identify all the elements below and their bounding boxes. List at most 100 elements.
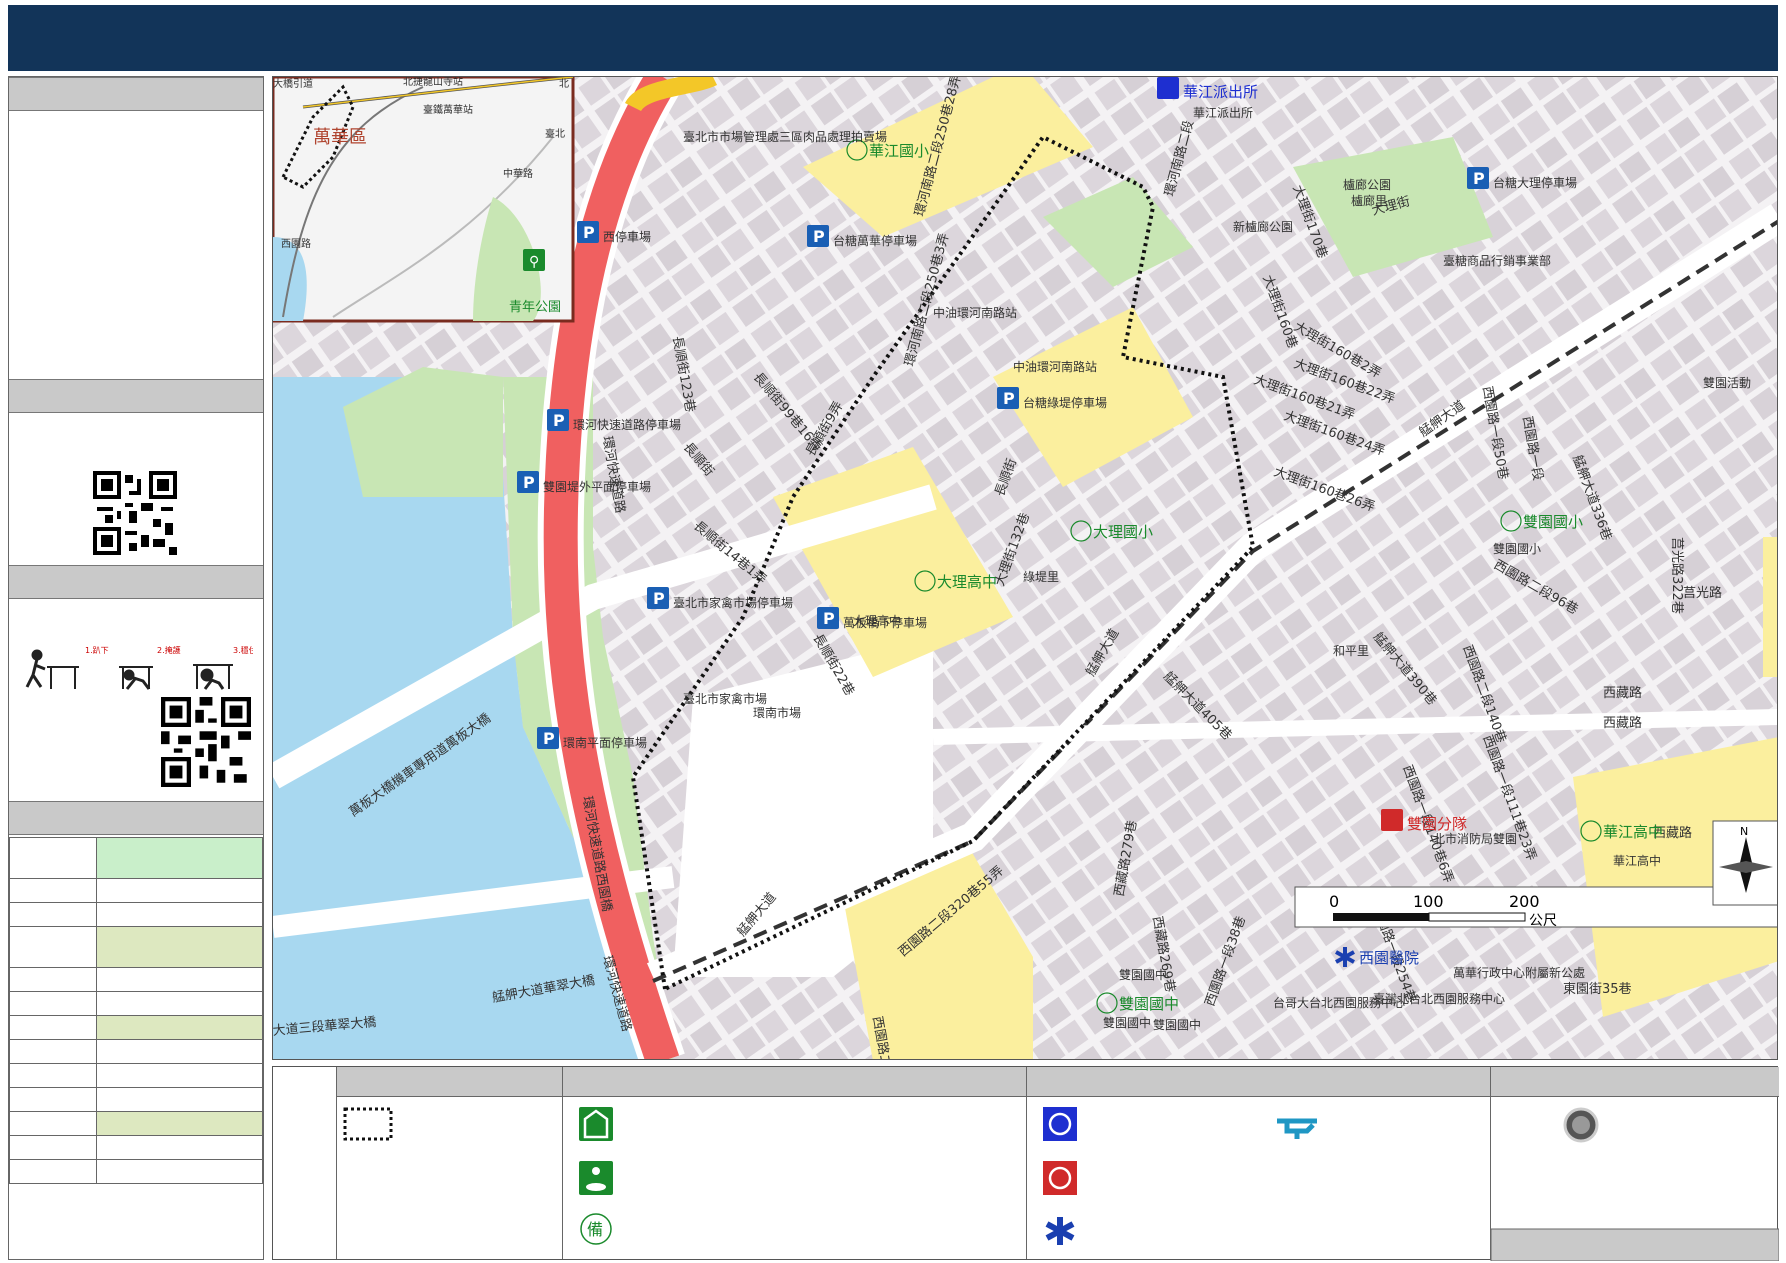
info-table: [9, 837, 263, 1184]
info-row-value: [96, 1087, 263, 1112]
parking-icon-letter: P: [553, 411, 565, 430]
info-row: [9, 991, 263, 1016]
info-row-label: [9, 902, 97, 927]
info-row-value: [96, 878, 263, 903]
info-row-value: [96, 1135, 263, 1160]
parking-icon-letter: P: [1473, 169, 1485, 188]
drill-steps-illustration: 1.趴下 2.掩護 3.穩住: [25, 645, 253, 690]
info-row-label: [9, 1063, 97, 1088]
place-label-parking: 臺北市家禽市場停車場: [673, 595, 793, 610]
sidebar-section-3-header: [9, 565, 263, 599]
cover-figure-icon: [119, 666, 153, 690]
place-label-police: 華江派出所: [1183, 83, 1258, 101]
police-icon: [1157, 77, 1179, 99]
place-label-schools: 華江高中: [1603, 823, 1663, 841]
svg-text:備: 備: [587, 1220, 603, 1239]
place-label-other: 雙園國中: [1119, 967, 1167, 982]
inset-label-7: 臺北: [545, 127, 565, 140]
info-row: [9, 1135, 263, 1160]
north-arrow: N: [1712, 820, 1777, 906]
scale-tick-0: 0: [1329, 892, 1339, 911]
place-label-other: 華江高中: [1613, 853, 1661, 868]
legend-storage-icon: 備: [580, 1213, 612, 1245]
legend-boundary-icon: [343, 1107, 393, 1141]
street-label: 莒光路322巷: [1669, 537, 1685, 614]
info-row-value: [96, 1039, 263, 1064]
drop-figure-icon: [25, 649, 79, 689]
sidebar-section-4-header: [9, 801, 263, 835]
info-row-label: [9, 1039, 97, 1064]
info-row-value: [96, 1063, 263, 1088]
info-row: [9, 1063, 263, 1088]
info-row: [9, 1087, 263, 1112]
legend-evacuation-icon: [579, 1161, 613, 1195]
place-label-parking: 台糖綠堤停車場: [1023, 395, 1107, 410]
place-label-other: 臺糖商品行銷事業部: [1443, 253, 1551, 268]
place-label-schools: 大理高中: [937, 573, 997, 591]
parking-icon-letter: P: [523, 473, 535, 492]
street-label: 莒光路: [1683, 585, 1722, 601]
place-label-other: 綠堤里: [1023, 570, 1059, 584]
place-label-other: 環南市場: [753, 705, 801, 720]
info-row-value: [96, 967, 263, 992]
map-canvas[interactable]: 萬華區 大橋引道 北捷龍山寺站 臺鐵萬華站 中華路 西園路 青年公園 臺北 北 …: [273, 77, 1778, 1060]
scale-unit: 公尺: [1529, 913, 1557, 929]
inset-map[interactable]: 萬華區 大橋引道 北捷龍山寺站 臺鐵萬華站 中華路 西園路 青年公園 臺北 北 …: [273, 77, 575, 323]
parking-icon-letter: P: [813, 227, 825, 246]
place-label-other: 雙園國小: [1493, 542, 1541, 556]
place-label-other: 北市消防局雙園: [1433, 831, 1517, 846]
place-label-other: 櫨廊里: [1351, 193, 1387, 208]
inset-label-8: 北: [559, 78, 569, 90]
school-shuangyuan-elem: [1763, 537, 1777, 677]
scale-bar-black-segment: [1333, 913, 1429, 921]
scale-bar: 0 100 200 公尺: [1294, 886, 1777, 929]
info-row: [9, 1039, 263, 1064]
info-row-label: [9, 837, 97, 879]
hold-figure-icon: [193, 664, 233, 690]
legend-fire-icon: [1043, 1161, 1077, 1195]
info-row: [9, 837, 263, 879]
info-row-label: [9, 991, 97, 1016]
inset-label-1: 大橋引道: [273, 77, 313, 90]
place-label-schools: 雙園國小: [1523, 513, 1583, 531]
inset-label-4: 中華路: [503, 167, 533, 180]
scale-bar-white-segment: [1428, 912, 1526, 922]
info-row-label: [9, 1111, 97, 1136]
inset-label-3: 臺鐵萬華站: [423, 103, 473, 116]
legend-hospital-icon: [1045, 1217, 1075, 1245]
info-row: [9, 878, 263, 903]
legend-police-icon: [1043, 1107, 1077, 1141]
place-label-other: 臺北市市場管理處三區肉品處理拍賣場: [683, 129, 887, 144]
info-row: [9, 967, 263, 992]
legend-panel: 備: [272, 1066, 1779, 1261]
place-label-schools: 雙園國中: [1119, 995, 1179, 1013]
inset-label-5: 西園路: [281, 237, 311, 250]
scale-tick-200: 200: [1509, 892, 1540, 911]
title-bar: [8, 5, 1778, 71]
map-panel[interactable]: 萬華區 大橋引道 北捷龍山寺站 臺鐵萬華站 中華路 西園路 青年公園 臺北 北 …: [272, 76, 1778, 1060]
place-label-schools: 華江國小: [869, 142, 929, 160]
info-row-value: [96, 1015, 263, 1040]
inset-label-2: 北捷龍山寺站: [403, 77, 463, 88]
place-label-other: 華江派出所: [1193, 106, 1253, 120]
info-row: [9, 1159, 263, 1184]
qr-code-1[interactable]: [93, 471, 177, 555]
info-row-value: [96, 926, 263, 968]
inset-evacuation-icon-glyph: ⚲: [529, 254, 539, 270]
place-label-other: 新櫨廊公園: [1233, 219, 1293, 234]
info-row-label: [9, 878, 97, 903]
street-label: 西藏路: [1603, 685, 1642, 701]
place-label-other: 中油環河南路站: [933, 305, 1017, 320]
drill-step-3: 3.穩住: [233, 645, 253, 655]
place-label-hospital: 西園醫院: [1359, 949, 1419, 967]
place-label-other: 櫨廊公園: [1343, 177, 1391, 192]
info-row-label: [9, 1015, 97, 1040]
qr-code-2[interactable]: [161, 697, 251, 787]
place-label-other: 雙園活動: [1703, 376, 1751, 390]
place-label-fire: 雙園分隊: [1407, 815, 1467, 833]
parking-icon-letter: P: [583, 223, 595, 242]
legend-shelter-icon: [579, 1107, 613, 1141]
info-row-label: [9, 1135, 97, 1160]
place-label-other: 大理高中: [853, 613, 901, 628]
sidebar-section-2-header: [9, 379, 263, 413]
